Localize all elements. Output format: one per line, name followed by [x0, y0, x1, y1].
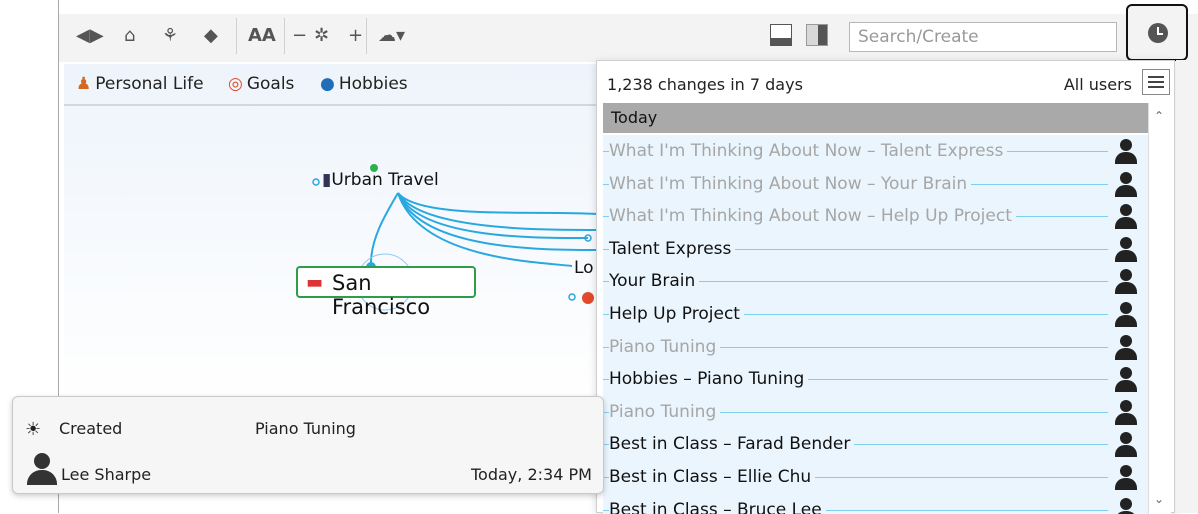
side-edge [1176, 60, 1198, 513]
history-item-label: What I'm Thinking About Now – Talent Exp… [609, 141, 1008, 161]
history-panel: 1,238 changes in 7 days All users Today … [596, 60, 1175, 514]
history-item-label: What I'm Thinking About Now – Your Brain [609, 173, 972, 194]
user-icon [1114, 171, 1138, 198]
user-icon [1114, 269, 1138, 295]
clock-icon [1148, 23, 1168, 43]
user-name: Lee Sharpe [61, 465, 152, 484]
node-partial[interactable]: Lo [574, 258, 594, 278]
user-icon [1114, 497, 1138, 514]
scroll-down-icon[interactable]: ⌄ [1154, 492, 1164, 506]
bridge-icon: ▬ [306, 272, 324, 293]
change-detail-tooltip: ☀ Created Piano Tuning Lee Sharpe Today,… [12, 396, 604, 494]
node-san-francisco[interactable]: ▬ San Francisco [296, 266, 476, 319]
search-create-field[interactable] [849, 22, 1117, 52]
history-item-label: Best in Class – Bruce Lee [609, 499, 826, 514]
history-item[interactable]: Piano Tuning [603, 331, 1148, 364]
user-icon [1114, 432, 1138, 458]
user-icon [1114, 367, 1138, 393]
history-item[interactable]: Piano Tuning [603, 396, 1148, 429]
user-filter[interactable]: All users [1064, 75, 1132, 94]
history-item[interactable]: Help Up Project [603, 298, 1148, 331]
history-button[interactable] [1126, 4, 1188, 61]
history-item-label: Talent Express [609, 238, 736, 259]
layout-bottom-icon[interactable] [770, 24, 792, 46]
history-item[interactable]: Hobbies – Piano Tuning [603, 363, 1148, 396]
node-urban-travel[interactable]: ▮Urban Travel [322, 170, 439, 190]
history-item-label: What I'm Thinking About Now – Help Up Pr… [609, 206, 1016, 227]
history-item[interactable]: Your Brain [603, 265, 1148, 298]
history-item-label: Best in Class – Ellie Chu [609, 466, 816, 487]
search-input[interactable] [850, 23, 1116, 51]
history-item-label: Help Up Project [609, 303, 744, 324]
history-item[interactable]: What I'm Thinking About Now – Help Up Pr… [603, 200, 1148, 233]
history-item[interactable]: What I'm Thinking About Now – Talent Exp… [603, 135, 1148, 168]
change-time: Today, 2:34 PM [471, 465, 592, 484]
history-item[interactable]: Talent Express [603, 233, 1148, 266]
user-icon [1114, 301, 1138, 328]
user-icon [1114, 464, 1138, 491]
user-icon [1114, 139, 1138, 165]
history-item-label: Piano Tuning [609, 401, 721, 422]
history-item-label: Your Brain [609, 271, 700, 292]
history-item[interactable]: Best in Class – Farad Bender [603, 428, 1148, 461]
user-icon [1114, 334, 1138, 361]
layout-side-icon[interactable] [806, 24, 828, 46]
user-icon [1114, 236, 1138, 263]
changes-summary: 1,238 changes in 7 days [607, 75, 803, 94]
action-label: Created [59, 419, 123, 438]
history-item[interactable]: Best in Class – Bruce Lee [603, 494, 1148, 514]
map-links [312, 164, 598, 311]
user-avatar-icon [27, 453, 57, 485]
sun-icon: ☀ [25, 419, 42, 440]
scroll-up-icon[interactable]: ⌃ [1154, 109, 1164, 123]
history-item-label: Best in Class – Farad Bender [609, 434, 855, 455]
group-header-today: Today [603, 103, 1148, 133]
history-item-label: Hobbies – Piano Tuning [609, 369, 809, 390]
history-item-label: Piano Tuning [609, 336, 721, 357]
user-icon [1114, 399, 1138, 426]
thought-name: Piano Tuning [255, 419, 356, 438]
user-icon [1114, 204, 1138, 230]
history-scrollbar[interactable]: ⌃ ⌄ [1148, 103, 1171, 514]
menu-icon[interactable] [1142, 69, 1170, 95]
history-item[interactable]: Best in Class – Ellie Chu [603, 461, 1148, 494]
history-item[interactable]: What I'm Thinking About Now – Your Brain [603, 168, 1148, 201]
building-icon: ▮ [322, 170, 332, 190]
history-list: What I'm Thinking About Now – Talent Exp… [603, 135, 1148, 514]
